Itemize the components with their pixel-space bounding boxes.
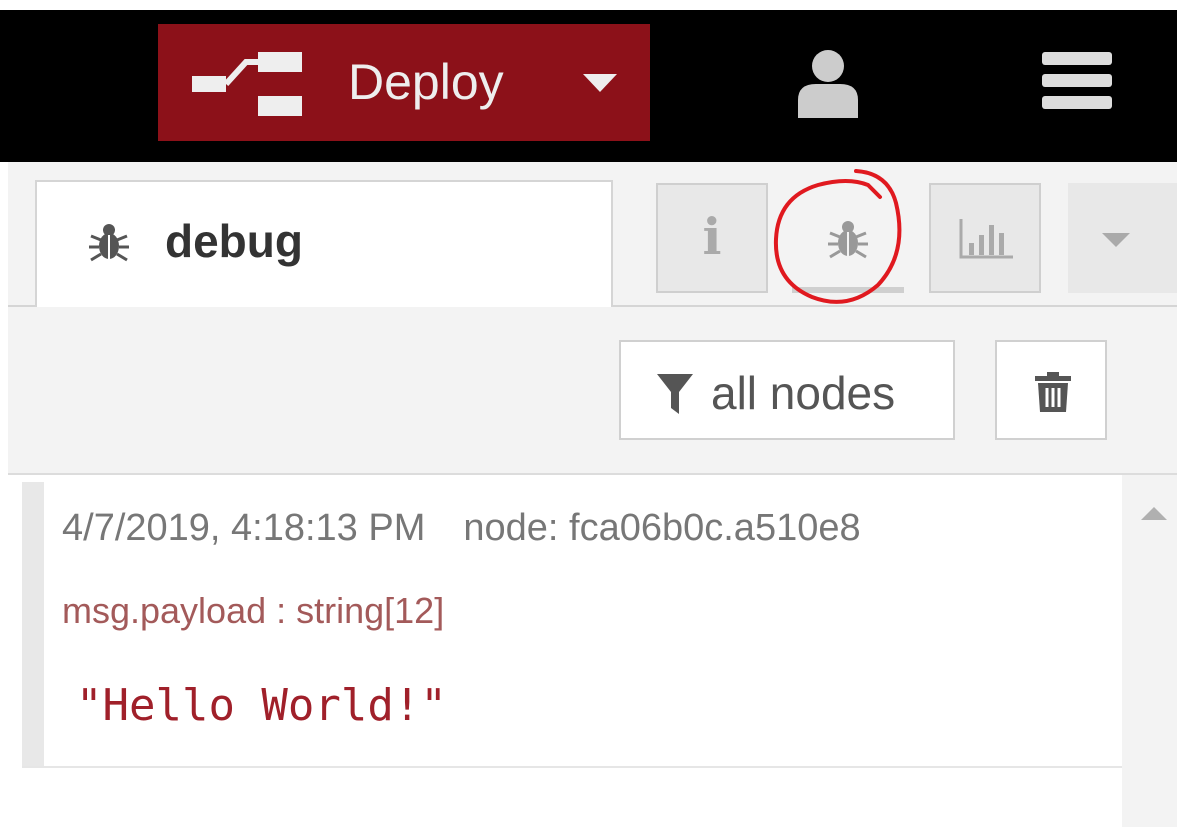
message-value[interactable]: "Hello World!"	[76, 680, 447, 731]
tab-debug-label: debug	[165, 215, 303, 267]
message-meta: 4/7/2019, 4:18:13 PM node: fca06b0c.a510e…	[62, 507, 861, 550]
scroll-up-icon[interactable]	[1141, 507, 1167, 520]
active-tab-indicator	[792, 287, 904, 293]
bar-chart-icon	[959, 219, 1013, 259]
more-tabs-button[interactable]	[1068, 183, 1177, 293]
deploy-options-caret-icon[interactable]	[583, 74, 617, 92]
chevron-down-icon	[1102, 233, 1130, 247]
scrollbar[interactable]	[1122, 475, 1177, 827]
deploy-icon	[192, 52, 302, 116]
filter-label: all nodes	[711, 367, 896, 419]
funnel-icon	[657, 374, 693, 414]
deploy-label: Deploy	[348, 54, 504, 110]
message-divider	[22, 766, 1122, 768]
tab-debug[interactable]: debug	[35, 180, 613, 307]
filter-nodes-button[interactable]: all nodes	[619, 340, 955, 440]
bug-icon	[828, 221, 868, 259]
bug-icon	[89, 224, 129, 262]
deploy-button[interactable]: Deploy	[158, 24, 650, 141]
sidebar-left-edge	[0, 162, 8, 827]
dashboard-tab-button[interactable]	[929, 183, 1041, 293]
user-icon[interactable]	[796, 48, 860, 118]
trash-icon	[1035, 372, 1071, 412]
header-top-edge	[0, 0, 1177, 10]
message-timestamp: 4/7/2019, 4:18:13 PM	[62, 507, 426, 549]
info-icon: i	[702, 207, 722, 266]
debug-tab-button[interactable]	[790, 183, 904, 293]
menu-icon[interactable]	[1042, 52, 1112, 110]
message-node-link[interactable]: node: fca06b0c.a510e8	[463, 507, 860, 549]
clear-messages-button[interactable]	[995, 340, 1107, 440]
message-topic: msg.payload : string[12]	[62, 590, 445, 631]
info-tab-button[interactable]: i	[656, 183, 768, 293]
